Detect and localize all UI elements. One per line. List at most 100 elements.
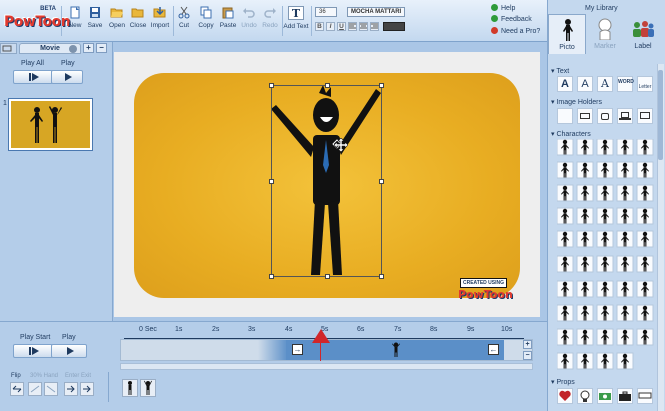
feedback-label: Feedback <box>501 16 532 23</box>
resize-handle[interactable] <box>269 179 274 184</box>
image-holder-monitor[interactable] <box>637 108 653 124</box>
align-right-button[interactable] <box>370 22 379 31</box>
resize-handle[interactable] <box>379 274 384 279</box>
play-slide-button[interactable] <box>51 70 83 84</box>
scissors-icon <box>178 6 190 19</box>
underline-label: U <box>339 23 344 30</box>
italic-button[interactable]: I <box>326 22 335 31</box>
exit-effect-button[interactable] <box>80 382 94 396</box>
slide-number: 1 <box>3 100 7 107</box>
close-button[interactable]: Close <box>127 6 149 29</box>
zoom-out-button[interactable]: − <box>523 351 532 360</box>
paste-button[interactable]: Paste <box>217 6 239 29</box>
open-button[interactable]: Open <box>106 6 128 29</box>
text-style-4[interactable]: WORD <box>617 76 634 92</box>
import-button[interactable]: Import <box>149 6 171 29</box>
resize-handle[interactable] <box>379 83 384 88</box>
tab-label[interactable]: Label <box>624 14 662 54</box>
image-holder-tv[interactable] <box>597 108 613 124</box>
slide-thumbnail[interactable] <box>9 99 92 150</box>
import-label: Import <box>150 22 170 29</box>
tick-label: 2s <box>212 326 220 333</box>
characters-label: Characters <box>556 131 591 138</box>
image-holder-laptop[interactable] <box>617 108 633 124</box>
prop-bulb[interactable] <box>577 388 593 404</box>
library-scrollbar-thumb[interactable] <box>658 70 663 160</box>
font-size-select[interactable]: 36 <box>315 7 337 17</box>
prop-heart[interactable] <box>557 388 573 404</box>
picto-tab-label: Picto <box>559 44 575 51</box>
image-holder-blank[interactable] <box>557 108 573 124</box>
prop-sign[interactable] <box>637 388 653 404</box>
tick-label: 10s <box>501 326 513 333</box>
align-center-button[interactable] <box>359 22 368 31</box>
add-text-button[interactable]: T Add Text <box>283 6 309 30</box>
text-style-1[interactable]: A <box>557 76 573 92</box>
save-button[interactable]: Save <box>84 6 106 29</box>
tick-label: 8s <box>430 326 438 333</box>
font-color-swatch[interactable] <box>383 22 405 31</box>
font-name-select[interactable]: MOCHA MATTARI <box>347 7 405 17</box>
resize-handle[interactable] <box>269 83 274 88</box>
selection-box[interactable] <box>269 83 384 279</box>
text-style-glyph: WORD <box>618 79 634 85</box>
tick-label: 4s <box>285 326 293 333</box>
new-document-icon <box>70 6 80 19</box>
timeline-play-button[interactable] <box>51 344 87 358</box>
character-pose-icon <box>128 381 132 395</box>
exit-arrow-icon <box>83 385 91 393</box>
undo-button[interactable]: Undo <box>238 6 260 29</box>
resize-handle[interactable] <box>269 274 274 279</box>
add-slide-button[interactable]: + <box>83 43 94 53</box>
play-start-label: Play Start <box>20 334 51 341</box>
cut-label: Cut <box>178 22 190 29</box>
image-holder-frame[interactable] <box>577 108 593 124</box>
character-pose-2[interactable] <box>140 379 156 397</box>
character-pose-1[interactable] <box>122 379 138 397</box>
enter-arrow-button[interactable]: → <box>292 344 303 355</box>
section-characters[interactable]: ▾ Characters <box>551 130 591 138</box>
text-style-5[interactable]: Letter <box>637 76 653 92</box>
copy-button[interactable]: Copy <box>195 6 217 29</box>
tab-marker[interactable]: Marker <box>586 14 624 54</box>
hand-right-button[interactable] <box>44 382 58 396</box>
hand-left-button[interactable] <box>28 382 42 396</box>
play-start-button[interactable] <box>13 344 53 358</box>
section-image-holders[interactable]: ▾ Image Holders <box>551 98 602 106</box>
help-link[interactable]: Help <box>491 4 515 12</box>
prop-briefcase[interactable] <box>617 388 633 404</box>
feedback-link[interactable]: Feedback <box>491 15 532 23</box>
redo-button[interactable]: Redo <box>259 6 281 29</box>
align-left-button[interactable] <box>348 22 357 31</box>
text-style-glyph: A <box>561 78 569 90</box>
resize-handle[interactable] <box>379 179 384 184</box>
cut-button[interactable]: Cut <box>173 6 195 29</box>
play-all-button[interactable] <box>13 70 53 84</box>
prop-money[interactable] <box>597 388 613 404</box>
resize-handle[interactable] <box>325 83 330 88</box>
align-left-icon <box>349 23 356 29</box>
bold-button[interactable]: B <box>315 22 324 31</box>
new-button[interactable]: New <box>64 6 86 29</box>
timeline-scrollbar[interactable] <box>120 363 533 370</box>
panel-collapse-button[interactable] <box>0 43 17 54</box>
enter-effect-button[interactable] <box>64 382 78 396</box>
resize-handle[interactable] <box>325 274 330 279</box>
playhead-marker[interactable] <box>312 329 330 343</box>
underline-button[interactable]: U <box>337 22 346 31</box>
flip-label: Flip <box>11 373 21 379</box>
close-tab-icon[interactable] <box>69 45 77 53</box>
characters-grid[interactable] <box>557 139 657 376</box>
need-a-pro-link[interactable]: Need a Pro? <box>491 27 540 35</box>
tab-picto[interactable]: Picto <box>548 14 586 54</box>
zoom-in-button[interactable]: + <box>523 340 532 349</box>
remove-slide-button[interactable]: − <box>96 43 107 53</box>
exit-arrow-button[interactable]: ← <box>488 344 499 355</box>
section-text[interactable]: ▾ Text <box>551 67 569 75</box>
text-style-3[interactable]: A <box>597 76 613 92</box>
text-style-2[interactable]: A <box>577 76 593 92</box>
section-props[interactable]: ▾ Props <box>551 378 575 386</box>
flip-button[interactable] <box>10 382 24 396</box>
paste-label: Paste <box>219 22 237 29</box>
text-section-label: Text <box>556 68 570 75</box>
